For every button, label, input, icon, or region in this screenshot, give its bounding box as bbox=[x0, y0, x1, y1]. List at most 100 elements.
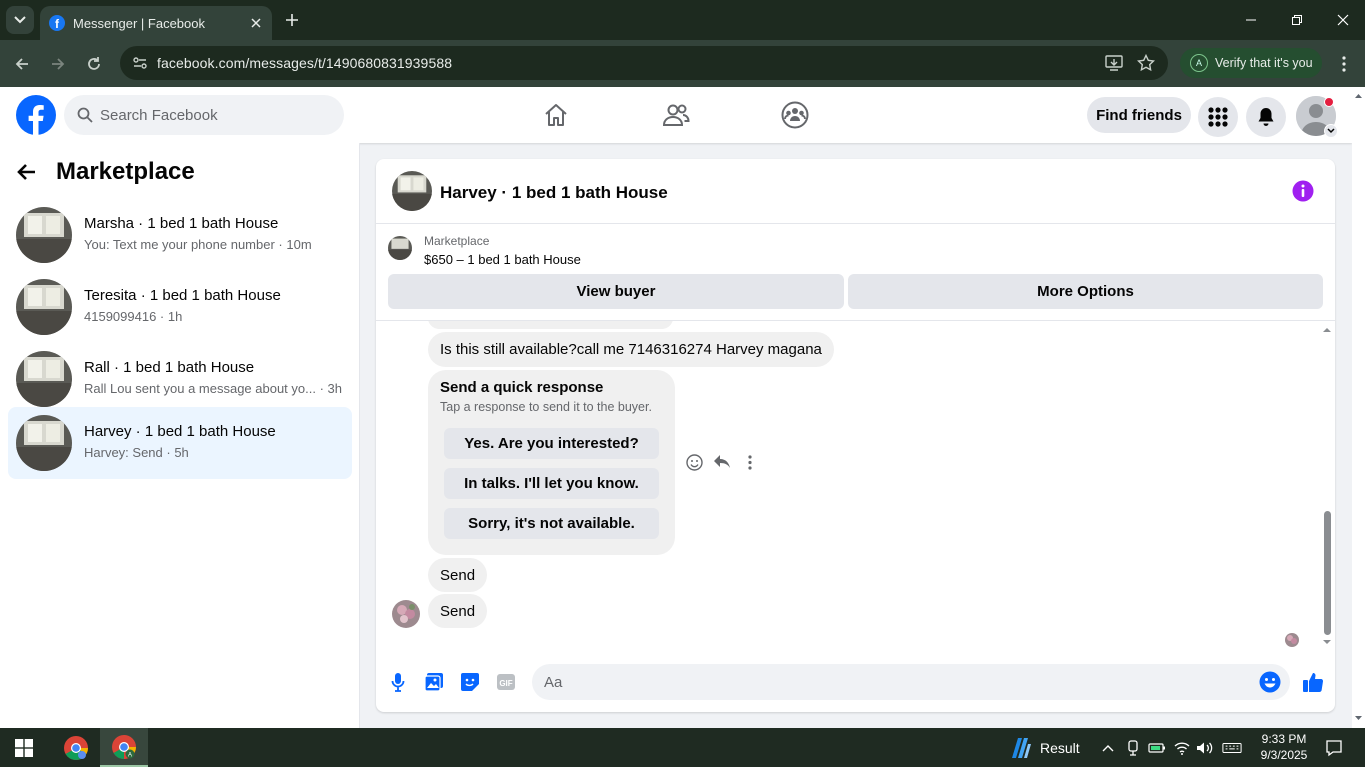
taskbar-chrome-profile-button[interactable]: A bbox=[100, 728, 148, 767]
conversation-item[interactable]: Rall · 1 bed 1 bath House Rall Lou sent … bbox=[8, 343, 352, 415]
reply-button[interactable] bbox=[712, 452, 732, 472]
bookmark-star-icon[interactable] bbox=[1134, 51, 1158, 75]
back-button[interactable] bbox=[16, 157, 48, 187]
quick-response-card: Send a quick response Tap a response to … bbox=[428, 370, 675, 555]
notifications-button[interactable] bbox=[1246, 97, 1286, 137]
site-settings-icon[interactable] bbox=[128, 51, 152, 75]
menu-grid-button[interactable] bbox=[1198, 97, 1238, 137]
scroll-down-arrow-icon[interactable] bbox=[1352, 713, 1365, 723]
message-bubble[interactable]: Send bbox=[428, 558, 488, 592]
attach-photo-button[interactable] bbox=[422, 670, 446, 694]
photo-icon bbox=[424, 673, 443, 692]
forward-button[interactable] bbox=[44, 50, 72, 78]
voice-clip-button[interactable] bbox=[386, 670, 410, 694]
smiley-icon bbox=[685, 453, 703, 471]
back-button[interactable] bbox=[8, 50, 36, 78]
conversation-name: Marsha · 1 bed 1 bath House bbox=[84, 215, 279, 232]
browser-tab-messenger[interactable]: f Messenger | Facebook bbox=[40, 6, 272, 40]
verify-identity-button[interactable]: A Verify that it's you bbox=[1180, 48, 1322, 78]
battery-icon[interactable] bbox=[1147, 738, 1167, 758]
notification-center-button[interactable] bbox=[1324, 738, 1344, 758]
new-tab-button[interactable] bbox=[280, 8, 304, 32]
find-friends-button[interactable]: Find friends bbox=[1087, 97, 1191, 133]
message-list[interactable]: Is this still available?call me 71463162… bbox=[376, 321, 1335, 651]
message-composer: GIF bbox=[376, 659, 1335, 707]
conversation-item-active[interactable]: Harvey · 1 bed 1 bath House Harvey: Send… bbox=[8, 407, 352, 479]
clock-time: 9:33 PM bbox=[1261, 732, 1307, 746]
nav-groups-button[interactable] bbox=[775, 95, 815, 135]
plus-icon bbox=[286, 14, 298, 26]
tab-search-dropdown-button[interactable] bbox=[6, 6, 34, 34]
quick-response-not-available-button[interactable]: Sorry, it's not available. bbox=[444, 508, 659, 539]
cricket-result-icon[interactable] bbox=[1008, 736, 1032, 760]
browser-tab-bar: f Messenger | Facebook bbox=[0, 0, 1365, 40]
widget-result-label[interactable]: Result bbox=[1040, 740, 1080, 756]
conversation-name: Harvey · 1 bed 1 bath House bbox=[84, 423, 276, 440]
message-bubble[interactable]: Is this still available?call me 71463162… bbox=[428, 332, 834, 367]
listing-title[interactable]: $650 – 1 bed 1 bath House bbox=[424, 252, 581, 267]
message-bubble-partial bbox=[428, 321, 673, 329]
scrollbar-thumb[interactable] bbox=[1324, 511, 1331, 635]
chrome-icon: A bbox=[112, 734, 136, 759]
nav-friends-button[interactable] bbox=[656, 95, 696, 135]
tab-close-button[interactable] bbox=[246, 13, 266, 33]
send-like-button[interactable] bbox=[1301, 670, 1325, 694]
address-bar[interactable]: facebook.com/messages/t/1490680831939588 bbox=[120, 46, 1168, 80]
scroll-up-arrow-icon[interactable] bbox=[1319, 325, 1335, 335]
gif-button[interactable]: GIF bbox=[494, 670, 518, 694]
reply-icon bbox=[714, 455, 730, 468]
conversation-item[interactable]: Marsha · 1 bed 1 bath House You: Text me… bbox=[8, 199, 352, 271]
install-app-icon[interactable] bbox=[1102, 51, 1126, 75]
tray-device-icon[interactable] bbox=[1123, 738, 1143, 758]
facebook-logo-icon[interactable] bbox=[16, 95, 56, 135]
start-button[interactable] bbox=[0, 728, 48, 767]
search-input[interactable] bbox=[100, 95, 330, 135]
arrow-left-icon bbox=[15, 58, 28, 70]
show-hidden-icons-button[interactable] bbox=[1098, 738, 1118, 758]
system-clock[interactable]: 9:33 PM 9/3/2025 bbox=[1252, 731, 1316, 763]
close-window-button[interactable] bbox=[1320, 0, 1365, 40]
scroll-up-arrow-icon[interactable] bbox=[1352, 91, 1365, 101]
message-scrollbar[interactable] bbox=[1319, 321, 1335, 651]
account-menu-button[interactable] bbox=[1296, 96, 1338, 138]
listing-thumbnail-icon bbox=[388, 236, 412, 260]
browser-menu-button[interactable] bbox=[1332, 50, 1356, 78]
info-icon[interactable] bbox=[1292, 180, 1314, 202]
react-button[interactable] bbox=[684, 452, 704, 472]
chat-avatar[interactable] bbox=[392, 171, 432, 211]
quick-response-in-talks-button[interactable]: In talks. I'll let you know. bbox=[444, 468, 659, 499]
conversation-preview: You: Text me your phone number · 10m bbox=[84, 237, 312, 252]
facebook-favicon-icon: f bbox=[49, 15, 65, 31]
restore-window-button[interactable] bbox=[1274, 0, 1320, 40]
chat-panel: Harvey · 1 bed 1 bath House Marketplace … bbox=[376, 159, 1335, 712]
taskbar-chrome-button[interactable] bbox=[52, 728, 100, 767]
keyboard-icon[interactable] bbox=[1222, 738, 1242, 758]
message-bubble[interactable]: Send bbox=[428, 594, 488, 628]
quick-response-subtitle: Tap a response to send it to the buyer. bbox=[440, 400, 652, 414]
quick-response-yes-button[interactable]: Yes. Are you interested? bbox=[444, 428, 659, 459]
chat-title[interactable]: Harvey · 1 bed 1 bath House bbox=[440, 183, 668, 203]
more-vertical-icon bbox=[748, 454, 752, 470]
thumbs-up-icon bbox=[1303, 673, 1324, 693]
marketplace-listing-bar: Marketplace $650 – 1 bed 1 bath House Vi… bbox=[376, 225, 1335, 321]
sidebar-title: Marketplace bbox=[56, 158, 195, 185]
message-input[interactable] bbox=[544, 664, 1244, 700]
conversation-item[interactable]: Teresita · 1 bed 1 bath House 4159099416… bbox=[8, 271, 352, 343]
scroll-down-arrow-icon[interactable] bbox=[1319, 637, 1335, 647]
more-options-button[interactable]: More Options bbox=[848, 274, 1323, 309]
sticker-button[interactable] bbox=[458, 670, 482, 694]
conversation-preview: Rall Lou sent you a message about yo... … bbox=[84, 381, 343, 396]
grid-menu-icon bbox=[1208, 107, 1228, 127]
conversation-preview: Harvey: Send · 5h bbox=[84, 445, 189, 460]
listing-thumbnail-icon bbox=[16, 207, 72, 263]
volume-icon[interactable] bbox=[1195, 738, 1215, 758]
more-actions-button[interactable] bbox=[740, 452, 760, 472]
nav-home-button[interactable] bbox=[536, 95, 576, 135]
view-buyer-button[interactable]: View buyer bbox=[388, 274, 844, 309]
facebook-search-box[interactable] bbox=[64, 95, 344, 135]
minimize-window-button[interactable] bbox=[1228, 0, 1274, 40]
wifi-icon[interactable] bbox=[1172, 738, 1192, 758]
reload-button[interactable] bbox=[80, 50, 108, 78]
page-scrollbar[interactable] bbox=[1352, 87, 1365, 728]
emoji-icon[interactable] bbox=[1258, 670, 1282, 694]
